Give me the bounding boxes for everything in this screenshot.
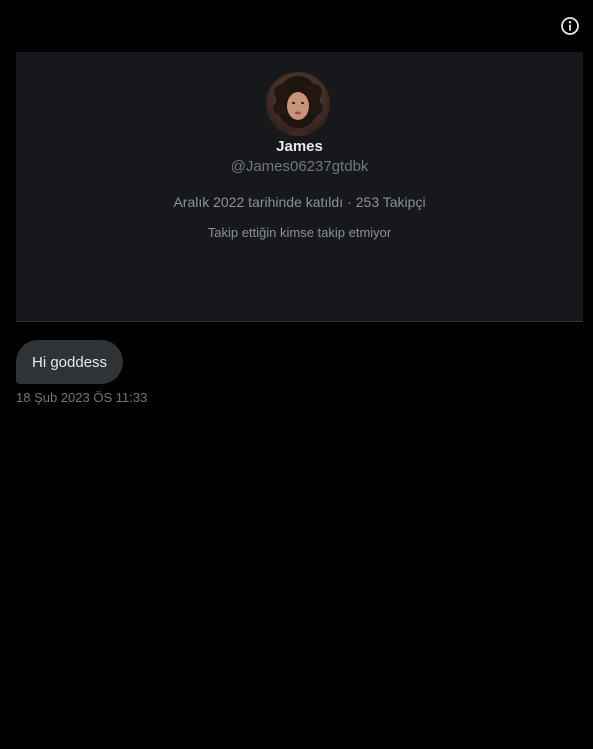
conversation-info-button[interactable] [560, 16, 580, 36]
profile-card[interactable]: James @James06237gtdbk Aralık 2022 tarih… [16, 52, 583, 322]
meta-separator: · [347, 194, 352, 210]
username-handle[interactable]: @James06237gtdbk [16, 158, 583, 175]
info-circle-icon [561, 17, 579, 35]
message-timestamp: 18 Şub 2023 ÖS 11:33 [16, 390, 148, 405]
user-avatar-image [266, 72, 330, 136]
follower-count[interactable]: 253 Takipçi [356, 194, 426, 210]
message-bubble[interactable]: Hi goddess [16, 340, 124, 384]
avatar[interactable] [266, 72, 330, 136]
follow-note: Takip ettiğin kimse takip etmiyor [207, 225, 392, 240]
profile-meta: Aralık 2022 tarihinde katıldı · 253 Takipç… [16, 194, 583, 210]
message-text: Hi goddess [32, 353, 108, 371]
joined-date: Aralık 2022 tarihinde katıldı [173, 194, 344, 210]
display-name[interactable]: James [16, 138, 583, 155]
